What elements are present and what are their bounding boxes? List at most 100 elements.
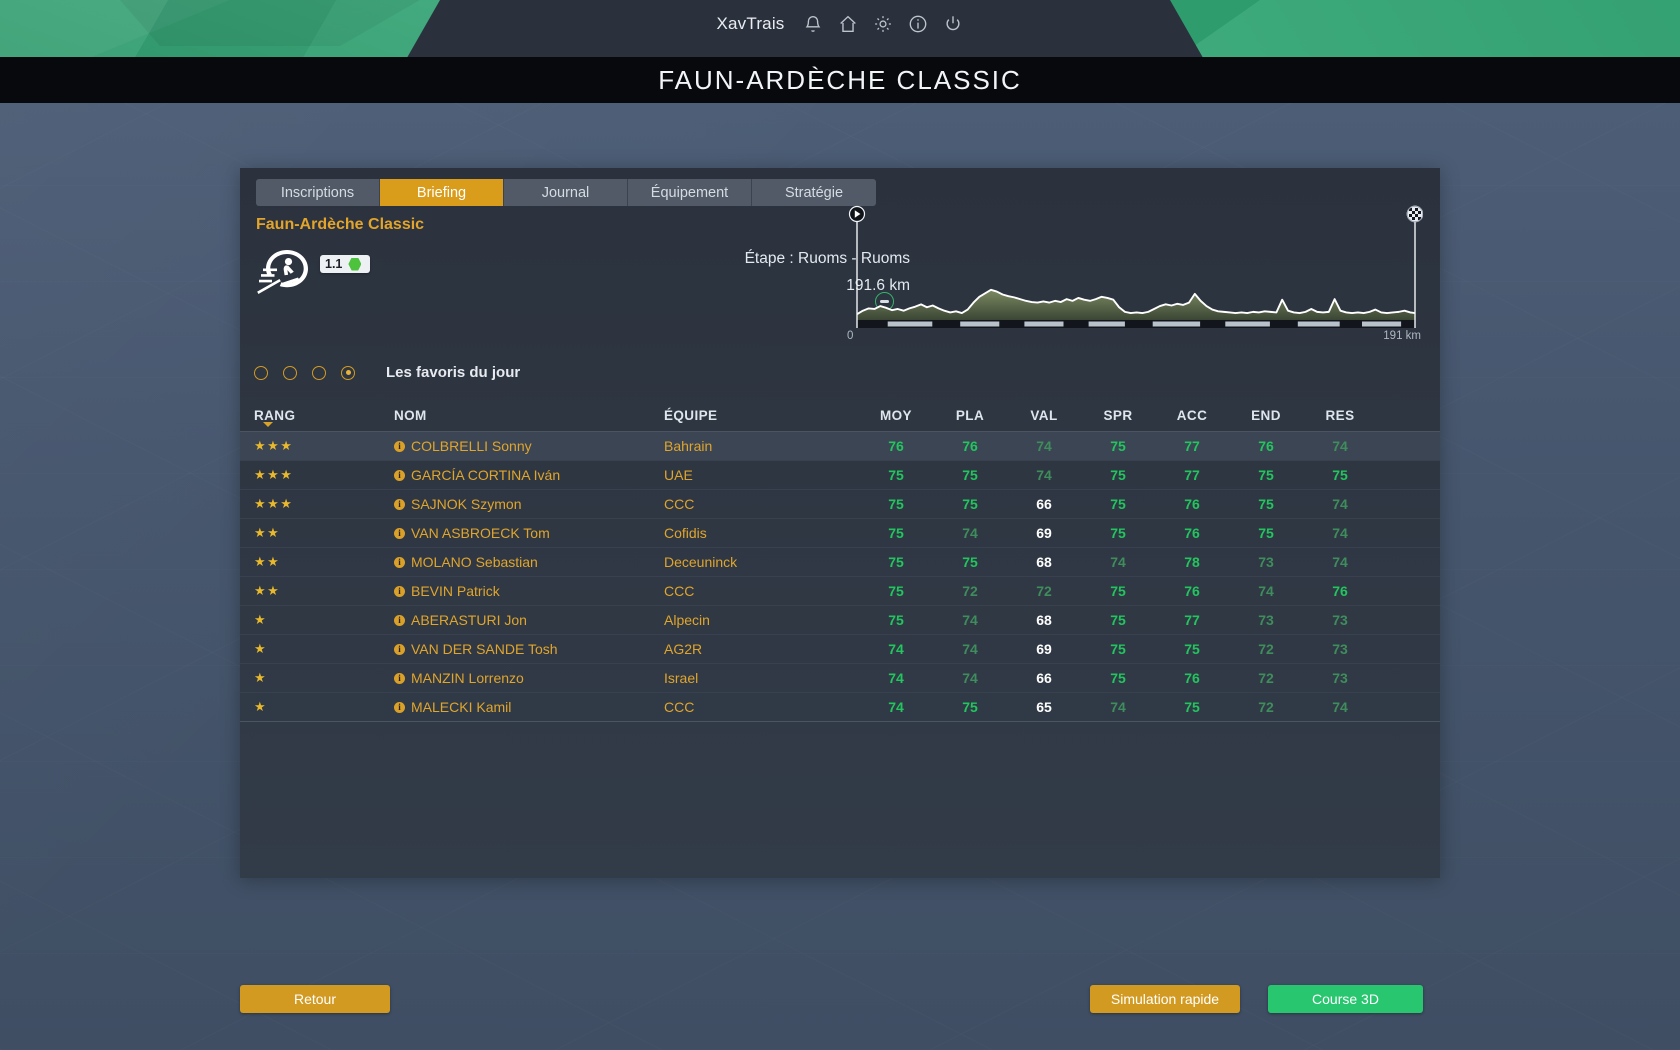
stat-moy: 74 <box>888 670 904 686</box>
tab-label: Stratégie <box>784 184 844 201</box>
back-button[interactable]: Retour <box>240 985 390 1013</box>
rider-team-label[interactable]: Israel <box>664 670 859 686</box>
rider-info-icon[interactable]: i <box>394 614 405 626</box>
rider-name-cell[interactable]: i ABERASTURI Jon <box>394 612 664 628</box>
rider-name-cell[interactable]: i MANZIN Lorrenzo <box>394 670 664 686</box>
stat-acc: 76 <box>1184 583 1200 599</box>
stat-val: 68 <box>1036 554 1052 570</box>
rider-info-icon[interactable]: i <box>394 643 405 655</box>
quick-simulation-button[interactable]: Simulation rapide <box>1090 985 1240 1013</box>
table-row[interactable]: ★ i MANZIN Lorrenzo Israel 74 74 66 75 76 72 73 <box>240 664 1440 693</box>
rider-name-cell[interactable]: i SAJNOK Szymon <box>394 496 664 512</box>
gear-icon[interactable] <box>872 13 894 35</box>
stat-spr: 75 <box>1110 641 1126 657</box>
rank-stars: ★★ <box>254 554 281 569</box>
rider-team-label[interactable]: CCC <box>664 699 859 715</box>
briefing-panel: Inscriptions Briefing Journal Équipement Str… <box>240 168 1440 878</box>
tab-inscriptions[interactable]: Inscriptions <box>256 179 380 206</box>
rider-team-label[interactable]: AG2R <box>664 641 859 657</box>
stat-moy: 75 <box>888 583 904 599</box>
stat-spr: 75 <box>1110 583 1126 599</box>
table-row[interactable]: ★★ i MOLANO Sebastian Deceuninck 75 75 68 74 78 7… <box>240 548 1440 577</box>
column-header-rang[interactable]: RANG <box>254 408 394 427</box>
favorites-radio-2[interactable] <box>283 365 297 380</box>
rider-info-icon[interactable]: i <box>394 498 405 510</box>
rider-team-label[interactable]: Cofidis <box>664 525 859 541</box>
table-row[interactable]: ★★★ i COLBRELLI Sonny Bahrain 76 76 74 75 77 76 74 <box>240 432 1440 461</box>
stat-pla: 75 <box>962 699 978 715</box>
table-row[interactable]: ★★★ i SAJNOK Szymon CCC 75 75 66 75 76 75 74 <box>240 490 1440 519</box>
column-header-nom[interactable]: NOM <box>394 408 664 423</box>
stat-spr: 75 <box>1110 467 1126 483</box>
bell-icon[interactable] <box>802 13 824 35</box>
stat-res: 73 <box>1332 641 1348 657</box>
column-header-res[interactable]: RES <box>1303 408 1377 423</box>
rider-name-cell[interactable]: i MOLANO Sebastian <box>394 554 664 570</box>
rank-stars: ★★★ <box>254 496 294 511</box>
rank-stars: ★★★ <box>254 438 294 453</box>
rank-stars: ★ <box>254 612 268 627</box>
favorites-radio-1[interactable] <box>254 365 268 380</box>
column-header-pla[interactable]: PLA <box>933 408 1007 423</box>
rider-name-cell[interactable]: i COLBRELLI Sonny <box>394 438 664 454</box>
stat-res: 74 <box>1332 699 1348 715</box>
rider-team-label[interactable]: CCC <box>664 583 859 599</box>
rider-info-icon[interactable]: i <box>394 585 405 597</box>
rider-name-cell[interactable]: i VAN ASBROECK Tom <box>394 525 664 541</box>
rider-team-label[interactable]: Deceuninck <box>664 554 859 570</box>
table-row[interactable]: ★★ i VAN ASBROECK Tom Cofidis 75 74 69 75 76 75 74 <box>240 519 1440 548</box>
column-header-spr[interactable]: SPR <box>1081 408 1155 423</box>
rider-team-label[interactable]: CCC <box>664 496 859 512</box>
elevation-profile-chart: 0 191 km <box>845 202 1423 342</box>
power-icon[interactable] <box>942 13 964 35</box>
info-icon[interactable] <box>907 13 929 35</box>
stat-pla: 75 <box>962 467 978 483</box>
user-toolbar: XavTrais <box>0 0 1680 48</box>
tab--quipement[interactable]: Équipement <box>628 179 752 206</box>
rider-info-icon[interactable]: i <box>394 469 405 481</box>
rider-name-cell[interactable]: i MALECKI Kamil <box>394 699 664 715</box>
column-header-équipe[interactable]: ÉQUIPE <box>664 408 859 423</box>
column-header-acc[interactable]: ACC <box>1155 408 1229 423</box>
rider-team-label[interactable]: Bahrain <box>664 438 859 454</box>
badge-status-dot <box>348 257 362 271</box>
stat-val: 68 <box>1036 612 1052 628</box>
rider-team-label[interactable]: Alpecin <box>664 612 859 628</box>
rider-name-cell[interactable]: i VAN DER SANDE Tosh <box>394 641 664 657</box>
column-header-val[interactable]: VAL <box>1007 408 1081 423</box>
rider-info-icon[interactable]: i <box>394 556 405 568</box>
rider-team-label[interactable]: UAE <box>664 467 859 483</box>
stat-end: 75 <box>1258 525 1274 541</box>
table-row[interactable]: ★★★ i GARCÍA CORTINA Iván UAE 75 75 74 75 77 75 75 <box>240 461 1440 490</box>
rider-name-label: MOLANO Sebastian <box>411 554 538 570</box>
stat-end: 74 <box>1258 583 1274 599</box>
stat-val: 69 <box>1036 641 1052 657</box>
stat-val: 69 <box>1036 525 1052 541</box>
rider-info-icon[interactable]: i <box>394 440 405 452</box>
column-header-moy[interactable]: MOY <box>859 408 933 423</box>
rider-info-icon[interactable]: i <box>394 672 405 684</box>
stat-end: 72 <box>1258 670 1274 686</box>
home-icon[interactable] <box>837 13 859 35</box>
race-3d-button[interactable]: Course 3D <box>1268 985 1423 1013</box>
stat-res: 74 <box>1332 496 1348 512</box>
stat-val: 65 <box>1036 699 1052 715</box>
rider-name-cell[interactable]: i BEVIN Patrick <box>394 583 664 599</box>
tab-briefing[interactable]: Briefing <box>380 179 504 206</box>
stat-acc: 77 <box>1184 438 1200 454</box>
rider-name-cell[interactable]: i GARCÍA CORTINA Iván <box>394 467 664 483</box>
column-header-end[interactable]: END <box>1229 408 1303 423</box>
tab-journal[interactable]: Journal <box>504 179 628 206</box>
cyclist-logo-icon <box>255 246 315 298</box>
rider-info-icon[interactable]: i <box>394 527 405 539</box>
table-row[interactable]: ★ i VAN DER SANDE Tosh AG2R 74 74 69 75 75 72 73 <box>240 635 1440 664</box>
table-row[interactable]: ★ i ABERASTURI Jon Alpecin 75 74 68 75 77 73 73 <box>240 606 1440 635</box>
stat-moy: 75 <box>888 554 904 570</box>
stat-res: 74 <box>1332 525 1348 541</box>
rider-info-icon[interactable]: i <box>394 701 405 713</box>
table-row[interactable]: ★ i MALECKI Kamil CCC 74 75 65 74 75 72 74 <box>240 693 1440 722</box>
table-row[interactable]: ★★ i BEVIN Patrick CCC 75 72 72 75 76 74 76 <box>240 577 1440 606</box>
favorites-radio-3[interactable] <box>312 365 326 380</box>
favorites-radio-4[interactable] <box>341 365 355 380</box>
stat-res: 76 <box>1332 583 1348 599</box>
